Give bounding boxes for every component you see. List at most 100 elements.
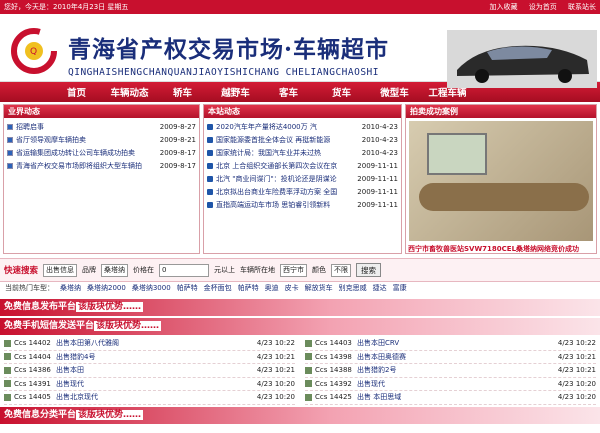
hot-model-link[interactable]: 捷达	[373, 283, 387, 293]
message-link[interactable]: 出售现代	[357, 379, 544, 389]
hot-model-link[interactable]: 别克思威	[339, 283, 367, 293]
message-id: Ccs 14402	[14, 339, 51, 348]
list-item[interactable]: 北汽 "商业间谍门"：投机论还是阴谋论 2009-11-11	[207, 172, 398, 185]
price-label: 价格在	[133, 266, 155, 274]
news-date: 2009-8-17	[159, 161, 196, 170]
brand-label: 品牌	[82, 266, 97, 274]
list-item[interactable]: 北京拟出台商业车险费率浮动方案 全国 2009-11-11	[207, 185, 398, 198]
message-link[interactable]: 出售本田奥德赛	[357, 352, 544, 362]
message-link[interactable]: 出售本田CRV	[357, 338, 544, 348]
table-row[interactable]: Ccs 14392 出售现代 4/23 10:20	[305, 378, 596, 391]
hot-model-link[interactable]: 解放货车	[305, 283, 333, 293]
message-id: Ccs 14425	[315, 393, 352, 402]
auction-caption[interactable]: 西宁市畜牧兽医站SVW7180CEL桑塔纳网络竞价成功	[406, 244, 596, 254]
news-link[interactable]: 北京拟出台商业车险费率浮动方案 全国	[216, 187, 337, 197]
list-item[interactable]: 青海省产权交易市场即将组织大型车辆拍 2009-8-17	[7, 159, 196, 172]
info-type-select[interactable]: 出售信息	[43, 263, 78, 277]
hot-model-link[interactable]: 金杯面包	[204, 283, 232, 293]
news-link[interactable]: 北汽 "商业间谍门"：投机论还是阴谋论	[216, 174, 337, 184]
hot-model-link[interactable]: 皮卡	[285, 283, 299, 293]
message-link[interactable]: 出售猎豹4号	[56, 352, 243, 362]
message-link[interactable]: 出售本田	[56, 365, 243, 375]
hot-model-link[interactable]: 帕萨特	[238, 283, 259, 293]
nav-home[interactable]: 首页	[50, 85, 103, 99]
auction-photo[interactable]	[408, 121, 593, 241]
hot-model-link[interactable]: 帕萨特	[177, 283, 198, 293]
message-link[interactable]: 出售本田第八代雅阁	[56, 338, 243, 348]
nav-suv[interactable]: 越野车	[209, 85, 262, 99]
news-link[interactable]: 国家能源委首批全体会议 再挺新能源	[216, 135, 330, 145]
set-homepage-link[interactable]: 设为首页	[529, 3, 557, 11]
add-favorite-link[interactable]: 加入收藏	[490, 3, 518, 11]
list-item[interactable]: 省运输集团成功转让公司车辆成功拍卖 2009-8-17	[7, 146, 196, 159]
free-publish-title: 免费信息发布平台	[4, 302, 77, 312]
hot-model-link[interactable]: 桑塔纳2000	[87, 283, 126, 293]
message-id: Ccs 14404	[14, 352, 51, 361]
news-link[interactable]: 2020汽车年产量将达4000万 汽	[216, 122, 317, 132]
nav-truck[interactable]: 货车	[315, 85, 368, 99]
table-row[interactable]: Ccs 14391 出售现代 4/23 10:20	[4, 378, 295, 391]
table-row[interactable]: Ccs 14403 出售本田CRV 4/23 10:22	[305, 337, 596, 351]
message-link[interactable]: 出售北京现代	[56, 392, 243, 402]
message-time: 4/23 10:20	[557, 393, 596, 402]
bullet-icon	[207, 149, 213, 156]
table-row[interactable]: Ccs 14398 出售本田奥德赛 4/23 10:21	[305, 351, 596, 364]
message-time: 4/23 10:22	[557, 339, 596, 348]
search-button[interactable]: 搜索	[356, 263, 382, 277]
news-date: 2010-4-23	[361, 135, 398, 144]
message-link[interactable]: 出售 本田思域	[357, 392, 544, 402]
news-link[interactable]: 国家统计局：我国汽车业并未过热	[216, 148, 321, 158]
nav-mini[interactable]: 微型车	[368, 85, 421, 99]
table-row[interactable]: Ccs 14388 出售猎豹2号 4/23 10:21	[305, 364, 596, 378]
site-header: Q 青海省产权交易市场·车辆超市 QINGHAISHENGCHANQUANJIA…	[0, 14, 600, 88]
table-row[interactable]: Ccs 14405 出售北京现代 4/23 10:20	[4, 391, 295, 405]
color-select[interactable]: 不限	[331, 263, 352, 277]
message-time: 4/23 10:20	[256, 379, 295, 388]
message-id: Ccs 14398	[315, 352, 352, 361]
nav-sedan[interactable]: 轿车	[156, 85, 209, 99]
table-row[interactable]: Ccs 14425 出售 本田思域 4/23 10:20	[305, 391, 596, 405]
message-link[interactable]: 出售猎豹2号	[357, 365, 544, 375]
news-link[interactable]: 青海省产权交易市场即将组织大型车辆拍	[16, 161, 142, 171]
news-link[interactable]: 招聘启事	[16, 122, 44, 132]
news-link[interactable]: 北京 上合组织交通部长第四次会议在京	[216, 161, 337, 171]
message-icon	[305, 353, 312, 361]
classified-tag[interactable]: 该版块优势……	[76, 409, 144, 420]
city-label: 车辆所在地	[240, 266, 276, 274]
message-icon	[305, 380, 312, 388]
message-time: 4/23 10:21	[256, 352, 295, 361]
price-input[interactable]: 0	[159, 263, 210, 277]
contact-link[interactable]: 联系站长	[568, 3, 596, 11]
news-link[interactable]: 直指高端运动车市场 思铂睿引领新料	[216, 200, 330, 210]
site-news-title: 本站动态	[204, 105, 401, 118]
sms-title: 免费手机短信发送平台	[4, 321, 95, 331]
list-item[interactable]: 直指高端运动车市场 思铂睿引领新料 2009-11-11	[207, 198, 398, 211]
hot-model-link[interactable]: 奥迪	[265, 283, 279, 293]
list-item[interactable]: 国家统计局：我国汽车业并未过热 2010-4-23	[207, 146, 398, 159]
list-item[interactable]: 省厅领导观摩车辆拍卖 2009-8-21	[7, 133, 196, 146]
nav-bus[interactable]: 客车	[262, 85, 315, 99]
bullet-icon	[207, 136, 213, 143]
hot-model-link[interactable]: 桑塔纳	[60, 283, 81, 293]
sms-tag[interactable]: 该版块优势……	[94, 321, 162, 331]
news-date: 2009-8-27	[159, 122, 196, 131]
classified-title: 免费信息分类平台	[4, 409, 77, 420]
hot-model-link[interactable]: 桑塔纳3000	[132, 283, 171, 293]
list-item[interactable]: 国家能源委首批全体会议 再挺新能源 2010-4-23	[207, 133, 398, 146]
nav-vehicle-news[interactable]: 车辆动态	[103, 85, 156, 99]
brand-select[interactable]: 桑塔纳	[101, 263, 129, 277]
table-row[interactable]: Ccs 14386 出售本田 4/23 10:21	[4, 364, 295, 378]
list-item[interactable]: 2020汽车年产量将达4000万 汽 2010-4-23	[207, 120, 398, 133]
city-select[interactable]: 西宁市	[280, 263, 308, 277]
free-publish-tag[interactable]: 该版块优势……	[76, 302, 144, 312]
hot-model-link[interactable]: 富康	[393, 283, 407, 293]
news-link[interactable]: 省厅领导观摩车辆拍卖	[16, 135, 86, 145]
table-row[interactable]: Ccs 14404 出售猎豹4号 4/23 10:21	[4, 351, 295, 364]
list-item[interactable]: 招聘启事 2009-8-27	[7, 120, 196, 133]
table-row[interactable]: Ccs 14402 出售本田第八代雅阁 4/23 10:22	[4, 337, 295, 351]
message-link[interactable]: 出售现代	[56, 379, 243, 389]
site-logo[interactable]: Q	[10, 27, 58, 75]
list-item[interactable]: 北京 上合组织交通部长第四次会议在京 2009-11-11	[207, 159, 398, 172]
news-link[interactable]: 省运输集团成功转让公司车辆成功拍卖	[16, 148, 135, 158]
bullet-icon	[207, 175, 213, 182]
